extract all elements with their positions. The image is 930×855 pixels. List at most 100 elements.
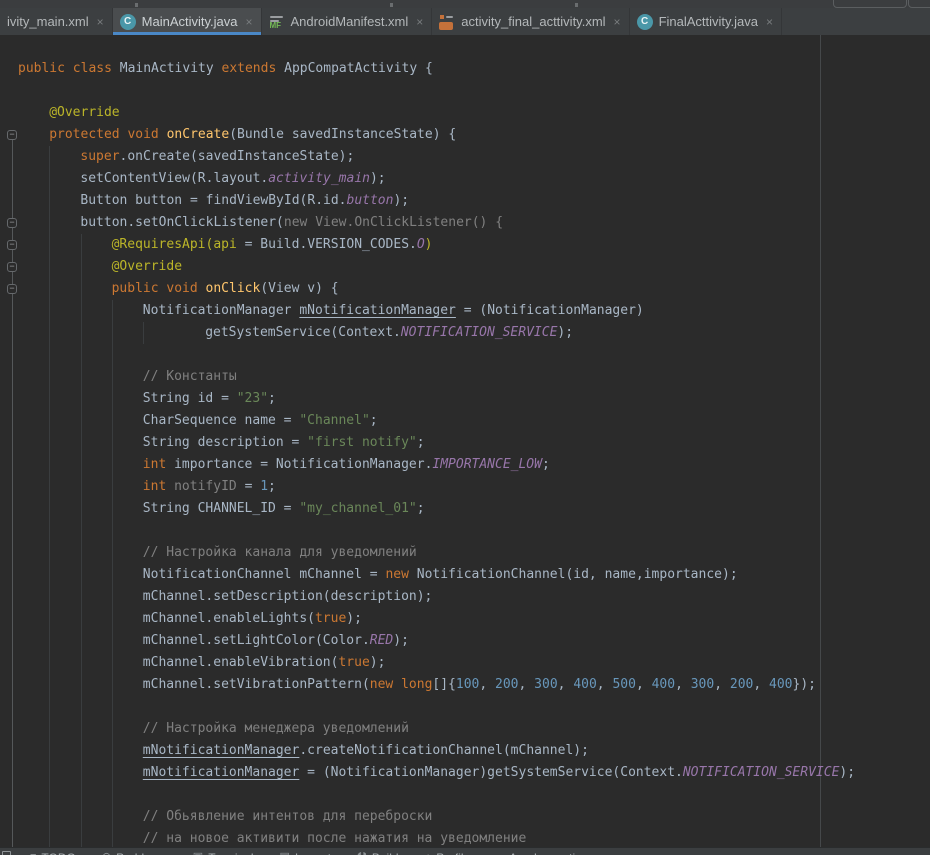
tool-window-button-build[interactable]: ⚒Build: [357, 851, 399, 855]
fold-marker[interactable]: −: [7, 240, 17, 250]
code-token: ,: [675, 677, 691, 692]
tab-label: AndroidManifest.xml: [291, 14, 409, 29]
code-token: 100: [456, 677, 479, 692]
tool-window-button-label: TODO: [41, 851, 75, 855]
code-line[interactable]: int notifyID = 1;: [0, 476, 855, 498]
code-line[interactable]: public class MainActivity extends AppCom…: [0, 58, 855, 80]
code-content[interactable]: public class MainActivity extends AppCom…: [0, 58, 855, 847]
code-token: // Обьявление интентов для переброски: [143, 809, 433, 824]
code-token: );: [370, 171, 386, 186]
code-line[interactable]: // Настройка менеджера уведомлений: [0, 718, 855, 740]
code-line[interactable]: CharSequence name = "Channel";: [0, 410, 855, 432]
code-editor[interactable]: public class MainActivity extends AppCom…: [0, 35, 930, 847]
code-token: NotificationChannel mChannel =: [143, 567, 386, 582]
code-token: );: [393, 193, 409, 208]
problems-icon: ⊙: [102, 851, 111, 855]
code-token: =: [245, 479, 261, 494]
tool-window-button-label: Profiler: [436, 851, 474, 855]
run-configuration-button-group[interactable]: [833, 0, 907, 8]
code-token: // на новое активити после нажатия на ув…: [143, 831, 527, 846]
code-line[interactable]: mChannel.setLightColor(Color.RED);: [0, 630, 855, 652]
code-line[interactable]: mChannel.setDescription(description);: [0, 586, 855, 608]
code-token: true: [315, 611, 346, 626]
tool-window-button-todo[interactable]: ≡TODO: [30, 851, 76, 855]
code-line[interactable]: // Обьявление интентов для переброски: [0, 806, 855, 828]
device-button-group[interactable]: [908, 0, 930, 8]
code-token: ;: [268, 479, 276, 494]
code-line[interactable]: super.onCreate(savedInstanceState);: [0, 146, 855, 168]
code-token: mNotificationManager: [299, 303, 456, 318]
close-tab-icon[interactable]: ×: [245, 15, 252, 29]
code-line[interactable]: setContentView(R.layout.activity_main);: [0, 168, 855, 190]
close-tab-icon[interactable]: ×: [416, 15, 423, 29]
code-line[interactable]: getSystemService(Context.NOTIFICATION_SE…: [0, 322, 855, 344]
code-token: ,: [558, 677, 574, 692]
code-line[interactable]: @Override: [0, 102, 855, 124]
code-token: protected void: [49, 127, 166, 142]
tab-finalacttivity-java[interactable]: CFinalActtivity.java×: [630, 8, 782, 35]
code-line[interactable]: [0, 520, 855, 542]
code-line[interactable]: // Настройка канала для уведомлений: [0, 542, 855, 564]
code-token: .onCreate(savedInstanceState);: [120, 149, 355, 164]
code-line[interactable]: [0, 80, 855, 102]
code-token: new View.OnClickListener() {: [284, 215, 503, 230]
code-token: CharSequence name =: [143, 413, 300, 428]
code-token: new long: [370, 677, 433, 692]
fold-marker[interactable]: −: [7, 284, 17, 294]
code-token: onClick: [206, 281, 261, 296]
tool-window-button-terminal[interactable]: ▣Terminal: [193, 851, 254, 855]
code-line[interactable]: String description = "first notify";: [0, 432, 855, 454]
code-token: );: [839, 765, 855, 780]
code-line[interactable]: @Override: [0, 256, 855, 278]
code-line[interactable]: [0, 344, 855, 366]
code-line[interactable]: NotificationChannel mChannel = new Notif…: [0, 564, 855, 586]
code-line[interactable]: String id = "23";: [0, 388, 855, 410]
tab-ivity-main-xml[interactable]: ivity_main.xml×: [0, 8, 113, 35]
code-token: mChannel.setLightColor(Color.: [143, 633, 370, 648]
code-line[interactable]: [0, 696, 855, 718]
code-token: mChannel.setDescription(description);: [143, 589, 433, 604]
fold-marker[interactable]: −: [7, 262, 17, 272]
code-line[interactable]: Button button = findViewById(R.id.button…: [0, 190, 855, 212]
code-token: ,: [597, 677, 613, 692]
fold-marker[interactable]: −: [7, 130, 17, 140]
fold-marker[interactable]: −: [7, 218, 17, 228]
tool-window-button-profiler[interactable]: ◔Profiler: [425, 851, 475, 855]
code-line[interactable]: // на новое активити после нажатия на ув…: [0, 828, 855, 847]
android-studio-window: ivity_main.xml×CMainActivity.java×MFAndr…: [0, 0, 930, 855]
tool-window-button-app-inspection[interactable]: ▪ App Inspection: [500, 851, 588, 855]
tool-window-button-problems[interactable]: ⊙Problems: [102, 851, 167, 855]
tab-mainactivity-java[interactable]: CMainActivity.java×: [113, 8, 262, 35]
code-token: MainActivity: [120, 61, 222, 76]
code-line[interactable]: NotificationManager mNotificationManager…: [0, 300, 855, 322]
code-line[interactable]: mChannel.enableLights(true);: [0, 608, 855, 630]
code-token: (View v) {: [260, 281, 338, 296]
code-line[interactable]: mNotificationManager = (NotificationMana…: [0, 762, 855, 784]
close-tab-icon[interactable]: ×: [614, 15, 621, 29]
code-token: []{: [432, 677, 455, 692]
code-line[interactable]: [0, 784, 855, 806]
tool-window-button-label: App Inspection: [509, 851, 588, 855]
code-token: 1: [260, 479, 268, 494]
code-line[interactable]: int importance = NotificationManager.IMP…: [0, 454, 855, 476]
close-tab-icon[interactable]: ×: [766, 15, 773, 29]
code-line[interactable]: @RequiresApi(api = Build.VERSION_CODES.O…: [0, 234, 855, 256]
code-line[interactable]: mNotificationManager.createNotificationC…: [0, 740, 855, 762]
tab-activity-final-acttivity-xml[interactable]: activity_final_acttivity.xml×: [432, 8, 629, 35]
code-line[interactable]: String CHANNEL_ID = "my_channel_01";: [0, 498, 855, 520]
code-token: NotificationManager: [143, 303, 300, 318]
inspection-icon: ▪: [500, 851, 504, 855]
code-line[interactable]: mChannel.enableVibration(true);: [0, 652, 855, 674]
code-line[interactable]: public void onClick(View v) {: [0, 278, 855, 300]
code-token: mChannel.enableVibration(: [143, 655, 339, 670]
code-line[interactable]: button.setOnClickListener(new View.OnCli…: [0, 212, 855, 234]
close-tab-icon[interactable]: ×: [97, 15, 104, 29]
code-token: );: [370, 655, 386, 670]
code-line[interactable]: mChannel.setVibrationPattern(new long[]{…: [0, 674, 855, 696]
code-token: button.setOnClickListener(: [80, 215, 284, 230]
tool-window-button-logcat[interactable]: ▤Logcat: [280, 851, 331, 855]
code-line[interactable]: protected void onCreate(Bundle savedInst…: [0, 124, 855, 146]
tab-androidmanifest-xml[interactable]: MFAndroidManifest.xml×: [262, 8, 433, 35]
tool-window-stripe-icon[interactable]: [2, 851, 11, 855]
code-line[interactable]: // Константы: [0, 366, 855, 388]
